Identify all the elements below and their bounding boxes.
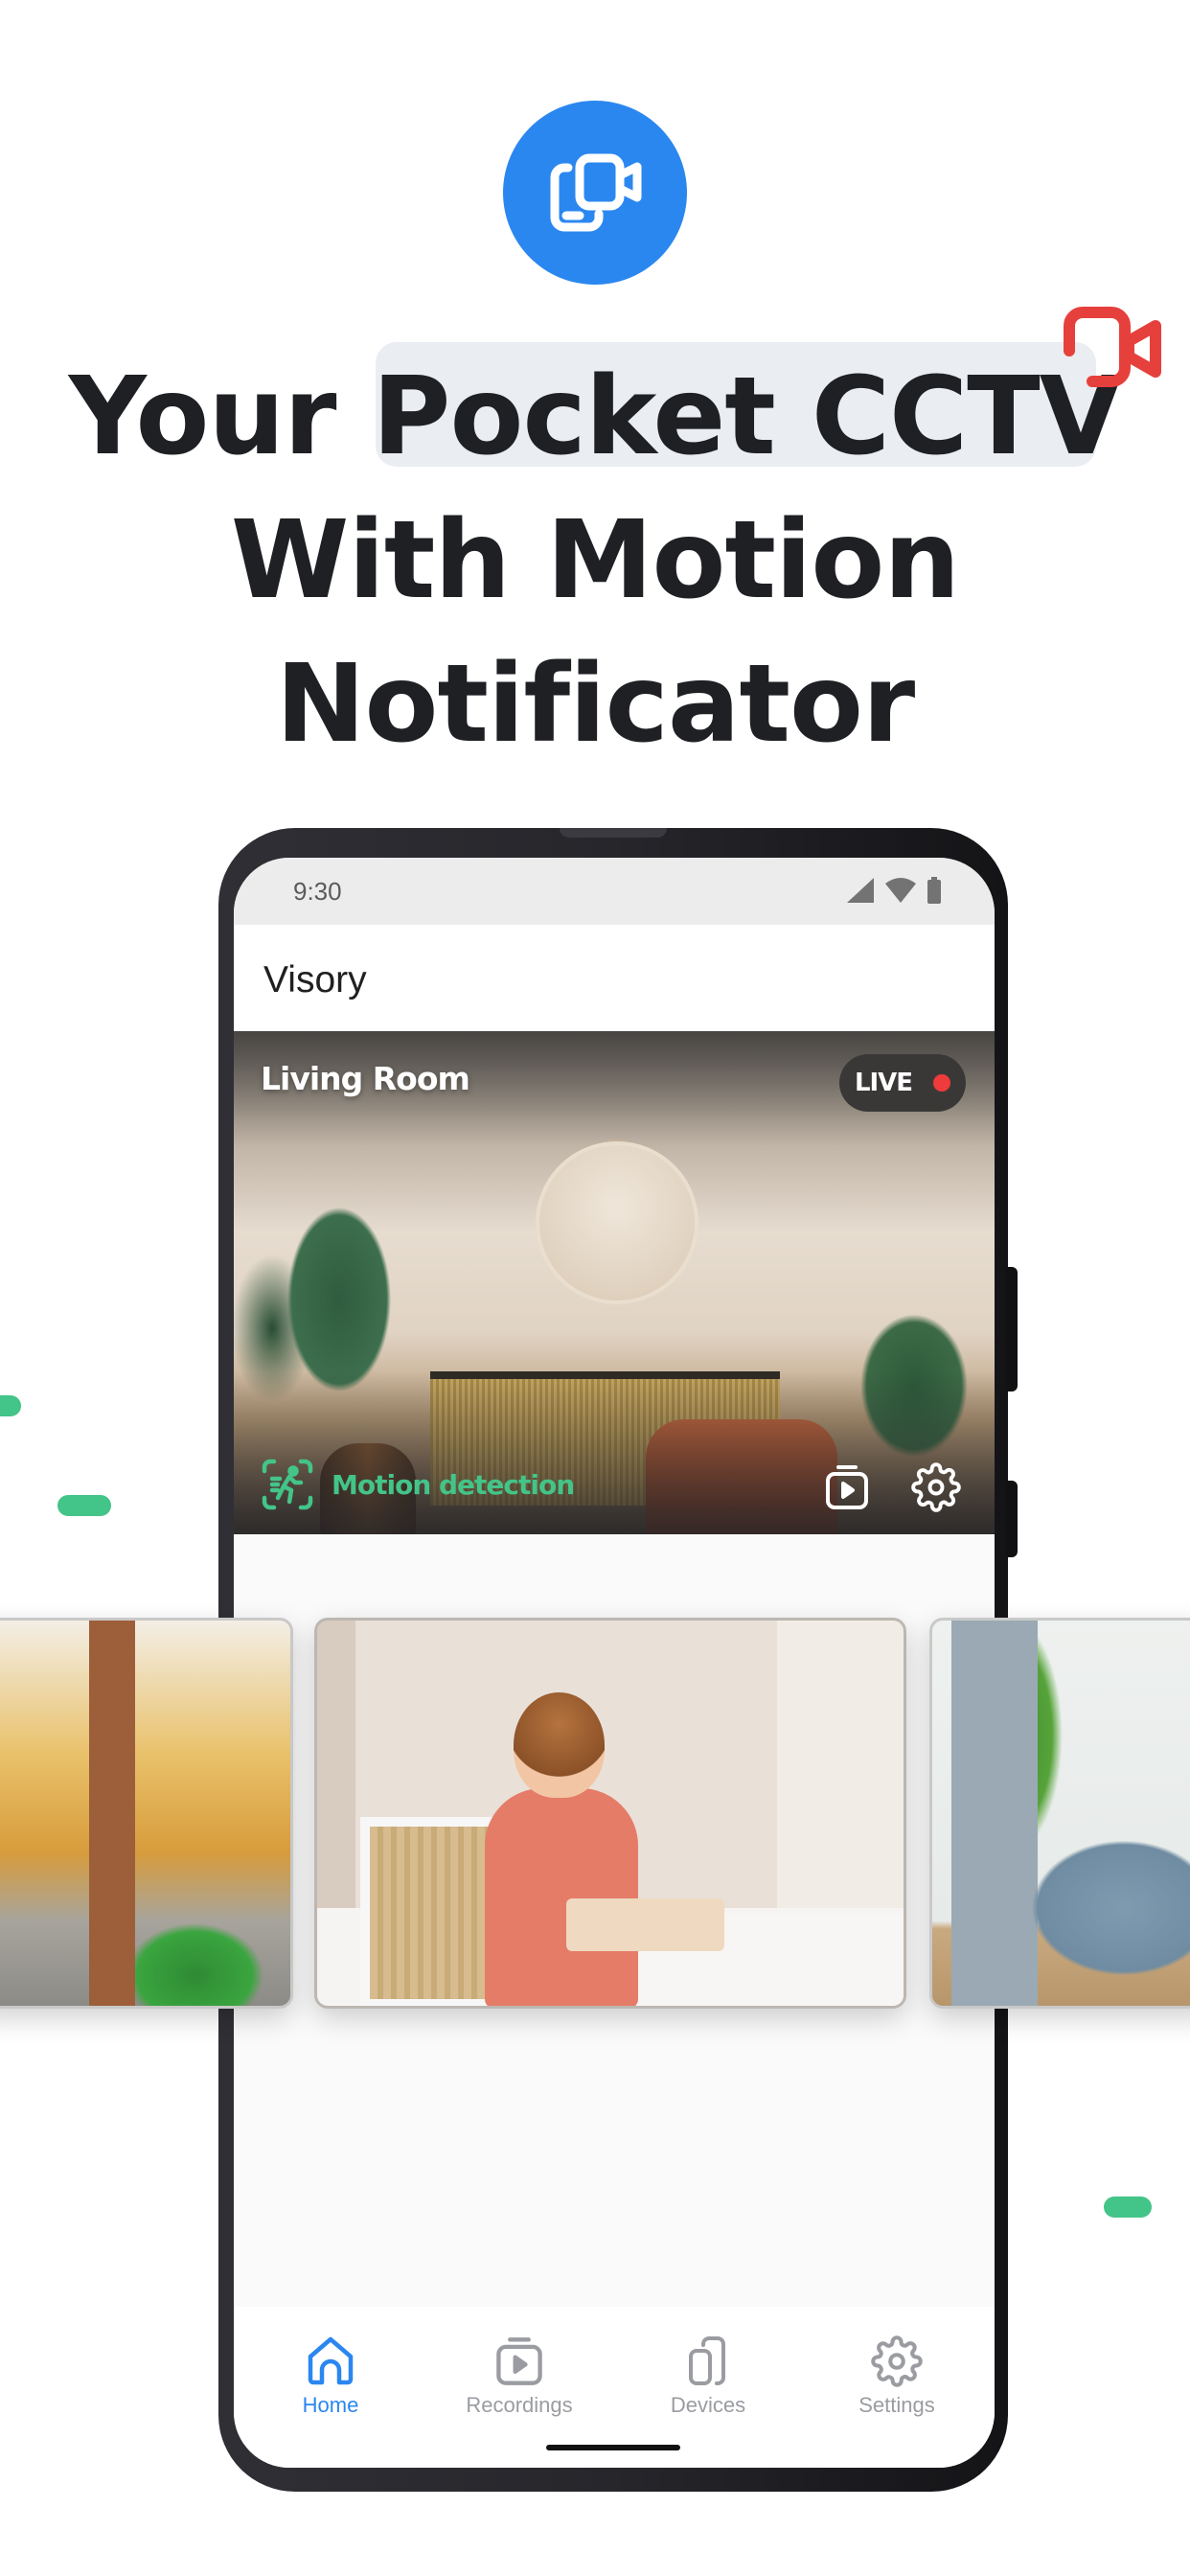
home-indicator[interactable]	[546, 2445, 680, 2450]
feed-scene-mirror	[536, 1141, 698, 1304]
video-camera-icon	[1064, 307, 1161, 387]
app-bar: Visory	[234, 925, 995, 1031]
battery-icon	[927, 877, 941, 904]
app-logo	[503, 101, 687, 285]
motion-detection-label: Motion detection	[332, 1468, 575, 1501]
nav-label: Settings	[858, 2393, 935, 2417]
wifi-icon	[885, 878, 916, 903]
phone-camera-icon	[550, 153, 642, 232]
decorative-pill	[1104, 2196, 1152, 2218]
camera-name: Living Room	[261, 1060, 470, 1097]
nav-item-devices[interactable]: Devices	[631, 2335, 785, 2418]
status-time: 9:30	[293, 877, 342, 906]
motion-detection-toggle[interactable]: Motion detection	[261, 1458, 575, 1511]
card-scene-tray	[566, 1898, 724, 1951]
camera-card-courtyard[interactable]	[0, 1618, 293, 2009]
nav-item-home[interactable]: Home	[254, 2335, 407, 2418]
home-icon	[308, 2336, 354, 2385]
headline-line-1: Your Pocket CCTV	[68, 355, 1123, 479]
devices-icon	[689, 2336, 725, 2385]
motion-detection-icon	[262, 1459, 313, 1510]
gear-icon	[871, 2335, 923, 2387]
live-badge: LIVE	[839, 1054, 966, 1112]
recordings-icon	[496, 2337, 542, 2385]
headline-line-2: With Motion	[230, 498, 960, 623]
recordings-icon	[826, 1465, 868, 1509]
headline: Your Pocket CCTV With Motion Notificator	[0, 345, 1190, 776]
card-scene-child-head	[514, 1692, 605, 1798]
live-label: LIVE	[854, 1069, 913, 1097]
decorative-pill	[0, 1395, 21, 1416]
app-title: Visory	[263, 959, 367, 1000]
recording-dot	[933, 1074, 951, 1092]
nav-label: Devices	[670, 2393, 746, 2417]
phone-speaker	[560, 828, 667, 838]
headline-line-3: Notificator	[275, 642, 915, 767]
status-bar: 9:30	[234, 858, 995, 925]
camera-card-playroom[interactable]	[314, 1618, 906, 2009]
nav-label: Recordings	[466, 2393, 573, 2417]
feed-recordings-button[interactable]	[820, 1460, 874, 1514]
nav-item-recordings[interactable]: Recordings	[443, 2335, 596, 2418]
decorative-pill	[57, 1495, 111, 1516]
feed-settings-button[interactable]	[909, 1460, 963, 1514]
bottom-nav: Home Recordings Devices Settings	[234, 2307, 995, 2468]
phone-side-button	[1006, 1267, 1018, 1392]
live-camera-feed[interactable]: Living Room LIVE Motion detection	[234, 1031, 995, 1534]
phone-side-button	[1006, 1481, 1018, 1557]
camera-card-pet-bed[interactable]	[929, 1618, 1190, 2009]
signal-icon	[847, 878, 874, 903]
nav-item-settings[interactable]: Settings	[820, 2335, 973, 2418]
gear-icon	[911, 1462, 961, 1512]
nav-label: Home	[302, 2393, 359, 2417]
status-icons	[847, 877, 941, 904]
